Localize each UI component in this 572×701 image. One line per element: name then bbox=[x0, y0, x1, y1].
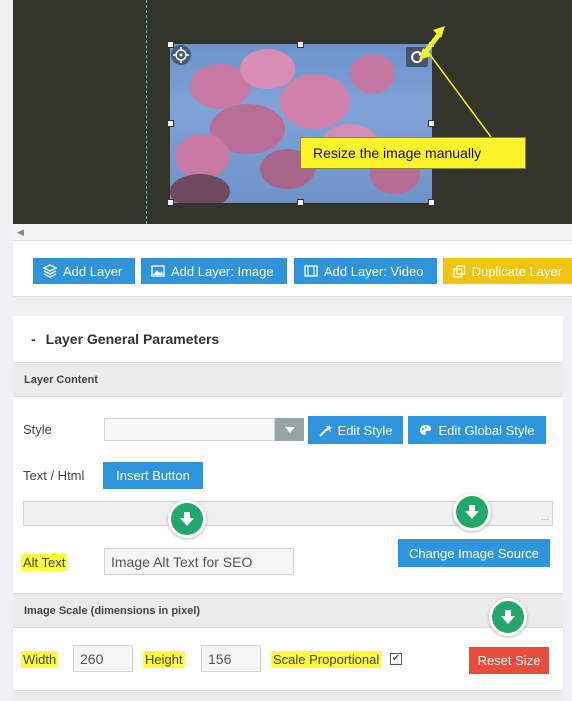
duplicate-layer-label: Duplicate Layer bbox=[471, 263, 562, 279]
text-html-label: Text / Html bbox=[23, 468, 85, 483]
duplicate-icon bbox=[453, 265, 466, 277]
height-label: Height bbox=[143, 651, 185, 668]
image-icon bbox=[151, 265, 165, 277]
add-layer-button[interactable]: Add Layer bbox=[33, 258, 135, 284]
width-input[interactable]: 260 bbox=[73, 645, 133, 672]
chevron-down-icon bbox=[284, 426, 295, 433]
film-icon bbox=[304, 265, 318, 277]
edit-style-button[interactable]: Edit Style bbox=[308, 416, 403, 444]
canvas-horizontal-scrollbar[interactable]: ◀ bbox=[13, 224, 572, 241]
down-arrow-icon bbox=[168, 500, 206, 538]
magic-wand-icon bbox=[318, 423, 332, 437]
annotation-arrow-icon bbox=[419, 26, 492, 138]
change-image-source-button[interactable]: Change Image Source bbox=[398, 539, 550, 567]
duplicate-layer-button[interactable]: Duplicate Layer bbox=[443, 258, 572, 284]
slide-canvas[interactable]: Resize the image manually bbox=[13, 0, 572, 224]
resize-grip-icon[interactable]: ⋯ bbox=[541, 515, 549, 524]
image-scale-section: Image Scale (dimensions in pixel) bbox=[13, 593, 563, 628]
add-layer-video-label: Add Layer: Video bbox=[324, 263, 424, 279]
width-label: Width bbox=[21, 651, 59, 668]
style-select[interactable] bbox=[104, 418, 275, 441]
params-title: Layer General Parameters bbox=[45, 331, 220, 347]
panel-footer-strip bbox=[13, 690, 563, 701]
reset-size-button[interactable]: Reset Size bbox=[469, 647, 549, 674]
layer-actions-bar: Add Layer Add Layer: Image Add Layer: Vi… bbox=[13, 241, 572, 297]
height-input[interactable]: 156 bbox=[201, 645, 261, 672]
scale-proportional-label: Scale Proportional bbox=[271, 651, 382, 668]
insert-button[interactable]: Insert Button bbox=[103, 462, 203, 489]
style-dropdown-button[interactable] bbox=[275, 418, 304, 441]
style-label: Style bbox=[23, 422, 52, 437]
edit-style-label: Edit Style bbox=[337, 422, 393, 438]
layers-icon bbox=[43, 264, 57, 278]
down-arrow-icon bbox=[489, 598, 527, 636]
layer-content-section: Layer Content bbox=[13, 362, 563, 397]
collapse-icon[interactable]: - bbox=[31, 331, 36, 347]
scale-proportional-checkbox[interactable]: ✔ bbox=[390, 653, 402, 665]
scroll-left-icon[interactable]: ◀ bbox=[17, 227, 24, 238]
add-layer-video-button[interactable]: Add Layer: Video bbox=[294, 258, 437, 284]
layer-params-panel: - Layer General Parameters Layer Content… bbox=[13, 316, 563, 701]
alt-text-input[interactable]: Image Alt Text for SEO bbox=[104, 548, 294, 575]
resize-callout: Resize the image manually bbox=[300, 137, 526, 169]
add-layer-image-button[interactable]: Add Layer: Image bbox=[141, 258, 287, 284]
down-arrow-icon bbox=[453, 493, 491, 531]
edit-global-style-label: Edit Global Style bbox=[438, 422, 535, 438]
params-header[interactable]: - Layer General Parameters bbox=[13, 316, 563, 363]
palette-icon bbox=[420, 425, 432, 435]
add-layer-image-label: Add Layer: Image bbox=[171, 263, 274, 279]
alt-text-label: Alt Text bbox=[21, 554, 68, 571]
edit-global-style-button[interactable]: Edit Global Style bbox=[408, 416, 546, 444]
add-layer-label: Add Layer bbox=[63, 263, 123, 279]
